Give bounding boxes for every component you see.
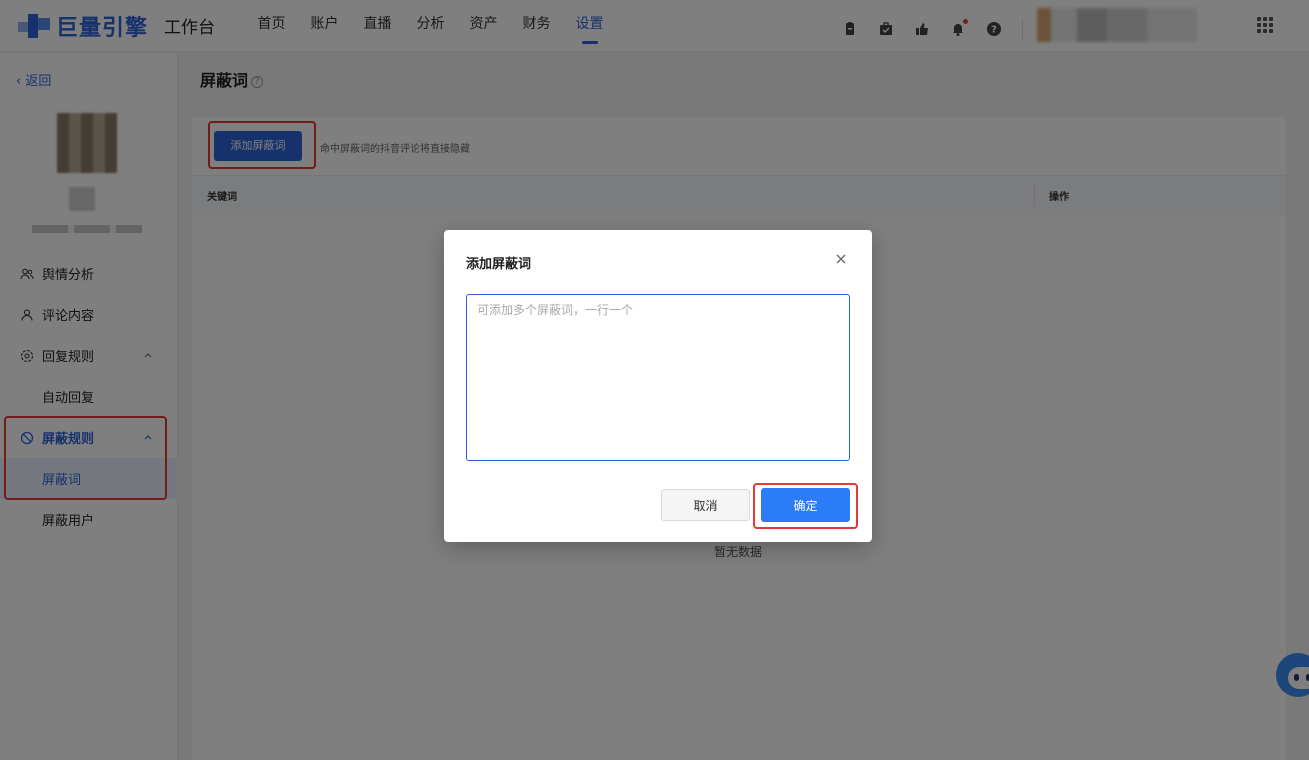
dialog-title: 添加屏蔽词 [466, 257, 532, 272]
block-words-textarea[interactable] [466, 294, 850, 461]
close-icon[interactable] [834, 252, 848, 266]
cancel-button[interactable]: 取消 [661, 489, 750, 521]
highlight-box-confirm [753, 483, 858, 529]
